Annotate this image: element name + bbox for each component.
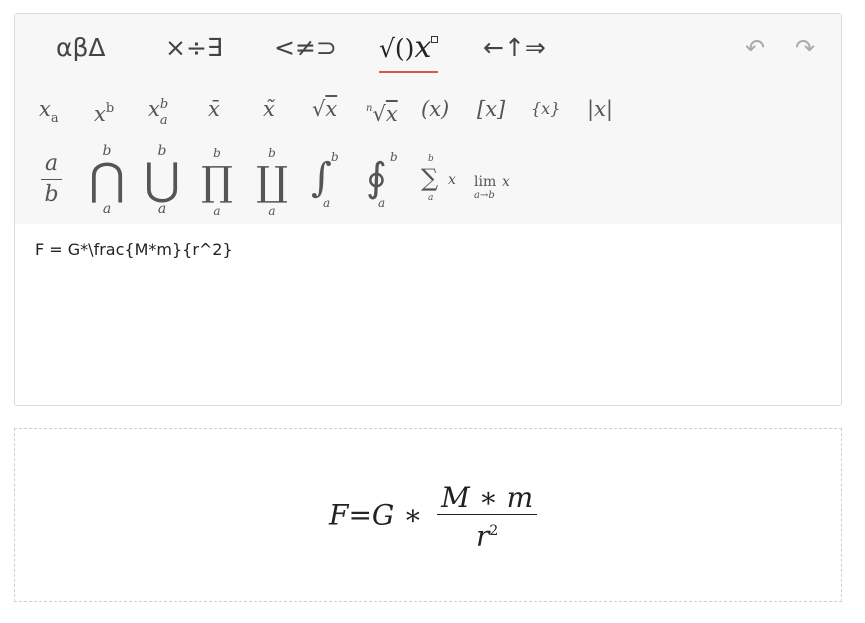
subscript-base: x [39, 97, 51, 121]
formula-equals: = [348, 498, 372, 532]
category-tabs: αβΔ ×÷∃ <≠⊃ √()x ←↑⇒ ↶ ↷ [15, 14, 841, 84]
abs-button[interactable]: |x| [587, 94, 613, 124]
rendered-formula: F=G ∗ M ∗ m r2 [329, 482, 538, 552]
bigcap-symbol: ⋂ [89, 154, 126, 205]
subscript-button[interactable]: xa [39, 94, 59, 134]
bar-button[interactable]: x̄ [208, 94, 220, 124]
formula-fraction: M ∗ m r2 [437, 482, 538, 552]
superscript-sup: b [105, 101, 115, 116]
sum-upper: b [428, 154, 434, 164]
coproduct-lower: a [268, 204, 276, 218]
latex-input[interactable]: F = G*\frac{M*m}{r^2} [35, 240, 233, 259]
bigcap-button[interactable]: b ⋂ a [89, 144, 125, 224]
product-lower: a [213, 204, 221, 218]
integral-lower: a [323, 196, 331, 210]
superscript-button[interactable]: xb [94, 94, 114, 129]
coproduct-upper: b [268, 146, 276, 160]
contour-integral-lower: a [378, 196, 386, 210]
formula-numerator: M ∗ m [437, 482, 538, 515]
subsup-sub: a [159, 113, 168, 128]
coproduct-symbol: ∐ [256, 159, 288, 205]
formula-editor: αβΔ ×÷∃ <≠⊃ √()x ←↑⇒ ↶ ↷ xa xb xba x̄ x̃… [14, 13, 842, 406]
redo-icon[interactable]: ↷ [795, 34, 815, 63]
sqrt-button[interactable]: √x [312, 94, 337, 124]
contour-integral-upper: b [390, 150, 398, 164]
formula-g: G [371, 498, 395, 532]
subscript-sub: a [50, 111, 59, 126]
limit-sub: a→b [474, 190, 495, 201]
fraction-num: a [41, 149, 63, 180]
tab-functions-var: x [414, 30, 432, 65]
coproduct-button[interactable]: b ∐ a [254, 144, 290, 224]
sqrt-symbol: √ [312, 97, 326, 121]
contour-integral-symbol: ∮ [366, 155, 387, 201]
bigcup-symbol: ⋃ [144, 154, 181, 205]
nthroot-symbol: √ [372, 102, 386, 126]
subsup-button[interactable]: xba [148, 94, 170, 128]
tab-functions-label: √() [379, 34, 415, 63]
formula-times: ∗ [403, 498, 423, 532]
sum-button[interactable]: b ∑ a x [419, 144, 463, 214]
tab-relations[interactable]: <≠⊃ [274, 30, 337, 66]
sum-symbol: ∑ [421, 164, 439, 192]
tilde-button[interactable]: x̃ [263, 94, 275, 124]
tab-operators[interactable]: ×÷∃ [165, 30, 223, 66]
nthroot-arg: x [385, 102, 398, 126]
paren-button[interactable]: (x) [421, 94, 449, 124]
limit-button[interactable]: lim x a→b [474, 144, 520, 214]
placeholder-box-icon [431, 36, 439, 43]
integral-button[interactable]: ∫ b a [311, 144, 345, 214]
sum-lower: a [428, 193, 434, 203]
product-symbol: ∏ [201, 159, 233, 205]
formula-denominator-exp: 2 [489, 523, 499, 539]
sum-arg: x [448, 172, 456, 188]
tab-greek[interactable]: αβΔ [56, 30, 106, 66]
symbol-toolbar: αβΔ ×÷∃ <≠⊃ √()x ←↑⇒ ↶ ↷ xa xb xba x̄ x̃… [15, 14, 841, 224]
product-button[interactable]: b ∏ a [199, 144, 235, 224]
superscript-base: x [94, 102, 106, 126]
bracket-button[interactable]: [x] [477, 94, 505, 124]
formula-denominator: r2 [437, 515, 537, 552]
integral-symbol: ∫ [311, 155, 332, 201]
limit-word: lim [474, 174, 497, 190]
brace-button[interactable]: {x} [531, 94, 560, 124]
undo-icon[interactable]: ↶ [745, 34, 765, 63]
limit-arg: x [502, 174, 510, 190]
formula-denominator-base: r [476, 519, 490, 553]
nthroot-button[interactable]: n√x [366, 94, 398, 129]
product-upper: b [213, 146, 221, 160]
bigcup-button[interactable]: b ⋃ a [144, 144, 180, 224]
active-tab-indicator [379, 71, 439, 73]
tab-functions[interactable]: √()x [379, 30, 439, 73]
fraction-button[interactable]: a b [41, 149, 63, 229]
contour-integral-button[interactable]: ∮ b a [366, 144, 400, 214]
subsup-base: x [148, 97, 160, 121]
tab-arrows[interactable]: ←↑⇒ [483, 30, 546, 66]
sqrt-arg: x [325, 97, 338, 121]
fraction-den: b [44, 182, 59, 207]
formula-lhs: F [329, 498, 349, 532]
integral-upper: b [331, 150, 339, 164]
